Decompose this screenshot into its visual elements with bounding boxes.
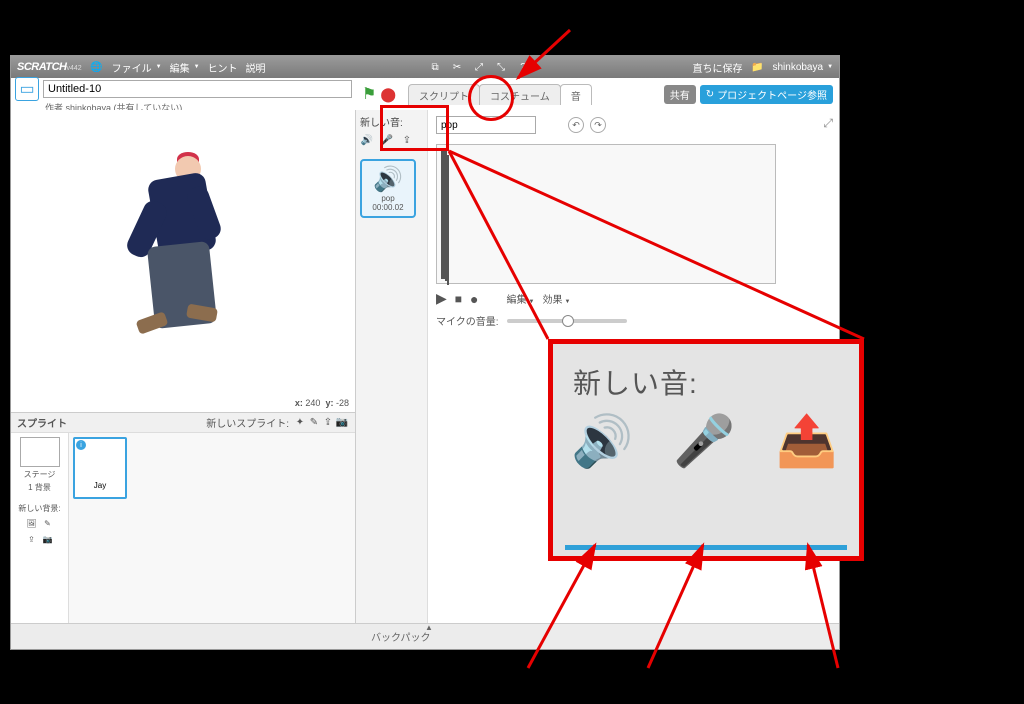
zoom-mic-icon: 🎤 <box>673 412 735 471</box>
choose-sound-icon[interactable]: 🔊 <box>360 133 374 147</box>
speaker-icon: 🔊 <box>373 165 403 194</box>
stage-coords: x: 240 y: -28 <box>295 398 349 408</box>
sound-name-input[interactable] <box>436 116 536 134</box>
mic-volume-slider[interactable] <box>507 319 627 323</box>
stop-icon[interactable]: ⬤ <box>380 86 396 103</box>
view-mode-icon[interactable]: ▭ <box>15 77 39 101</box>
titlebar: ▭ 作者 shinkobaya (共有していない) ⚑ ⬤ スクリプト コスチュ… <box>11 78 839 110</box>
globe-icon[interactable]: 🌐 <box>90 60 104 74</box>
project-title-input[interactable] <box>43 80 352 98</box>
stage-area[interactable]: x: 240 y: -28 <box>11 110 355 413</box>
stop-button[interactable]: ■ <box>455 292 462 306</box>
stage-backdrop-count: 1 背景 <box>28 482 51 493</box>
backpack-bar[interactable]: バックパック <box>11 623 839 649</box>
about-menu[interactable]: 説明 <box>246 60 266 75</box>
stage-label: ステージ <box>24 469 56 480</box>
tab-sounds[interactable]: 音 <box>560 84 592 105</box>
upload-sound-icon[interactable]: ⇪ <box>400 133 414 147</box>
annotation-zoom-panel: 新しい音: 🔊 🎤 📤 <box>548 339 864 561</box>
editor-tabs: スクリプト コスチューム 音 <box>408 83 591 105</box>
choose-sprite-icon[interactable]: ✦ <box>293 416 307 430</box>
record-sound-icon[interactable]: 🎤 <box>380 133 394 147</box>
upload-backdrop-icon[interactable]: ⇪ <box>25 532 39 546</box>
new-backdrop-label: 新しい背景: <box>18 503 60 514</box>
help-icon[interactable]: ? <box>516 60 530 74</box>
record-button[interactable]: ● <box>470 291 478 307</box>
duplicate-icon[interactable]: ⧉ <box>428 60 442 74</box>
delete-icon[interactable]: ✂ <box>450 60 464 74</box>
camera-sprite-icon[interactable]: 📷 <box>335 416 349 430</box>
folder-icon[interactable]: 📁 <box>750 60 764 74</box>
backpack-label: バックパック <box>371 629 431 644</box>
file-menu[interactable]: ファイル <box>112 60 162 75</box>
camera-backdrop-icon[interactable]: 📷 <box>41 532 55 546</box>
zoom-new-sound-label: 新しい音: <box>553 344 859 402</box>
sprite-on-stage[interactable] <box>131 156 241 336</box>
sound-length: 00:00.02 <box>372 203 403 212</box>
paint-backdrop-icon[interactable]: ✎ <box>41 516 55 530</box>
tab-costumes[interactable]: コスチューム <box>479 84 561 105</box>
sound-card[interactable]: 🔊 pop 00:00.02 <box>360 159 416 218</box>
waveform-canvas[interactable] <box>436 144 776 284</box>
sprite-name: Jay <box>94 481 106 490</box>
grow-icon[interactable]: ⤢ <box>472 60 486 74</box>
undo-button[interactable]: ↶ <box>568 117 584 133</box>
sound-name: pop <box>381 194 394 203</box>
edit-dropdown[interactable]: 編集 <box>507 291 535 306</box>
play-button[interactable]: ▶ <box>436 290 447 307</box>
green-flag-icon[interactable]: ⚑ <box>362 84 376 104</box>
mic-volume-label: マイクの音量: <box>436 313 499 328</box>
save-now[interactable]: 直ちに保存 <box>692 60 742 75</box>
paint-sprite-icon[interactable]: ✎ <box>307 416 321 430</box>
project-page-button[interactable]: ↻プロジェクトページ参照 <box>700 85 833 104</box>
choose-backdrop-icon[interactable]: 🖼 <box>25 516 39 530</box>
new-sound-panel: 新しい音: 🔊 🎤 ⇪ 🔊 pop 00:00.02 <box>356 110 428 623</box>
hints-menu[interactable]: ヒント <box>208 60 238 75</box>
sprites-header: スプライト <box>17 415 67 430</box>
zoom-speaker-icon: 🔊 <box>571 412 633 471</box>
effects-dropdown[interactable]: 効果 <box>542 291 570 306</box>
new-sound-label: 新しい音: <box>360 114 423 129</box>
stage-thumbnail[interactable] <box>20 437 60 467</box>
zoom-upload-icon: 📤 <box>776 412 838 471</box>
edit-menu[interactable]: 編集 <box>170 60 200 75</box>
upload-sprite-icon[interactable]: ⇪ <box>321 416 335 430</box>
stage-column: ステージ 1 背景 新しい背景: 🖼 ✎ ⇪ 📷 <box>11 433 69 623</box>
shrink-icon[interactable]: ⤡ <box>494 60 508 74</box>
share-button[interactable]: 共有 <box>664 85 696 104</box>
sprite-card[interactable]: i Jay <box>73 437 127 499</box>
sprite-list: i Jay <box>69 433 355 623</box>
redo-button[interactable]: ↷ <box>590 117 606 133</box>
new-sprite-label: 新しいスプライト: <box>206 415 289 430</box>
tab-scripts[interactable]: スクリプト <box>408 84 480 105</box>
expand-icon[interactable]: ⤢ <box>823 116 833 131</box>
scratch-logo: SCRATCHv442 <box>17 61 82 73</box>
user-menu[interactable]: shinkobaya <box>772 62 833 73</box>
